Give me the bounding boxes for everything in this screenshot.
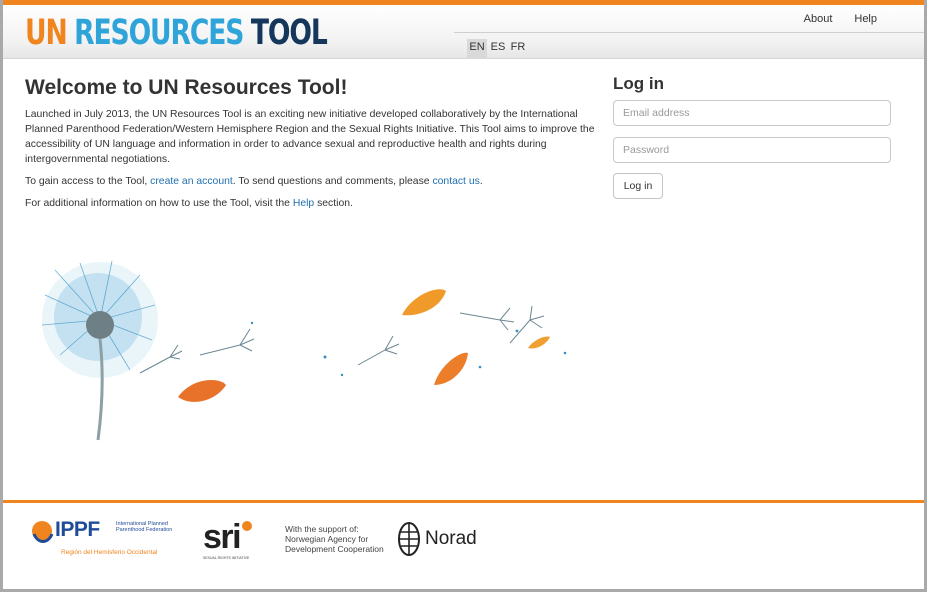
dandelion-head — [41, 260, 158, 441]
help-prefix: For additional information on how to use… — [25, 198, 293, 209]
footer-divider — [3, 500, 924, 503]
login-button[interactable]: Log in — [613, 173, 663, 199]
header-bar: UN RESOURCES TOOL About Help EN ES FR — [3, 0, 924, 59]
site-logo[interactable]: UN RESOURCES TOOL — [25, 13, 328, 53]
create-account-link[interactable]: create an account — [150, 176, 233, 187]
dandelion-illustration — [41, 260, 567, 441]
nav-about-link[interactable]: About — [804, 13, 833, 25]
language-en[interactable]: EN — [467, 39, 487, 59]
sri-full-name: SEXUAL RIGHTS INITIATIVE — [203, 556, 250, 560]
language-bar: EN ES FR — [454, 32, 924, 60]
logo-tool: TOOL — [250, 13, 328, 53]
language-es[interactable]: ES — [488, 39, 508, 59]
norad-emblem-icon — [398, 522, 420, 556]
language-fr[interactable]: FR — [508, 39, 528, 59]
ippf-name: IPPF — [55, 518, 100, 541]
seed-dots — [250, 321, 567, 377]
access-prefix: To gain access to the Tool, — [25, 176, 151, 187]
support-text: With the support of: Norwegian Agency fo… — [285, 524, 384, 554]
login-title: Log in — [613, 74, 664, 93]
sri-dot-icon — [242, 521, 252, 531]
email-field[interactable] — [613, 100, 891, 126]
access-suffix: . — [479, 176, 483, 187]
ippf-logo[interactable]: IPPF International Planned Parenthood Fe… — [30, 518, 190, 565]
top-nav: About Help — [782, 13, 877, 25]
logo-un: UN — [25, 13, 68, 53]
autumn-leaves — [178, 289, 550, 402]
access-middle: . To send questions and comments, please — [232, 176, 433, 187]
contact-us-link[interactable]: contact us — [432, 176, 479, 187]
page-title: Welcome to UN Resources Tool! — [25, 76, 348, 99]
norad-logo[interactable]: Norad — [398, 522, 477, 556]
flying-seeds — [139, 305, 545, 374]
nav-help-link[interactable]: Help — [854, 13, 877, 25]
help-suffix: section. — [314, 198, 353, 209]
norad-name: Norad — [425, 528, 477, 549]
ippf-full-name: International Planned Parenthood Federat… — [116, 521, 173, 533]
ippf-region: Región del Hemisferio Occidental — [61, 549, 158, 556]
help-paragraph: For additional information on how to use… — [25, 196, 595, 211]
sri-name: sri — [203, 518, 242, 556]
help-section-link[interactable]: Help — [293, 198, 314, 209]
logo-resources: RESOURCES — [74, 13, 244, 53]
intro-paragraph: Launched in July 2013, the UN Resources … — [25, 109, 595, 165]
access-paragraph: To gain access to the Tool, create an ac… — [25, 174, 595, 189]
password-field[interactable] — [613, 137, 891, 163]
